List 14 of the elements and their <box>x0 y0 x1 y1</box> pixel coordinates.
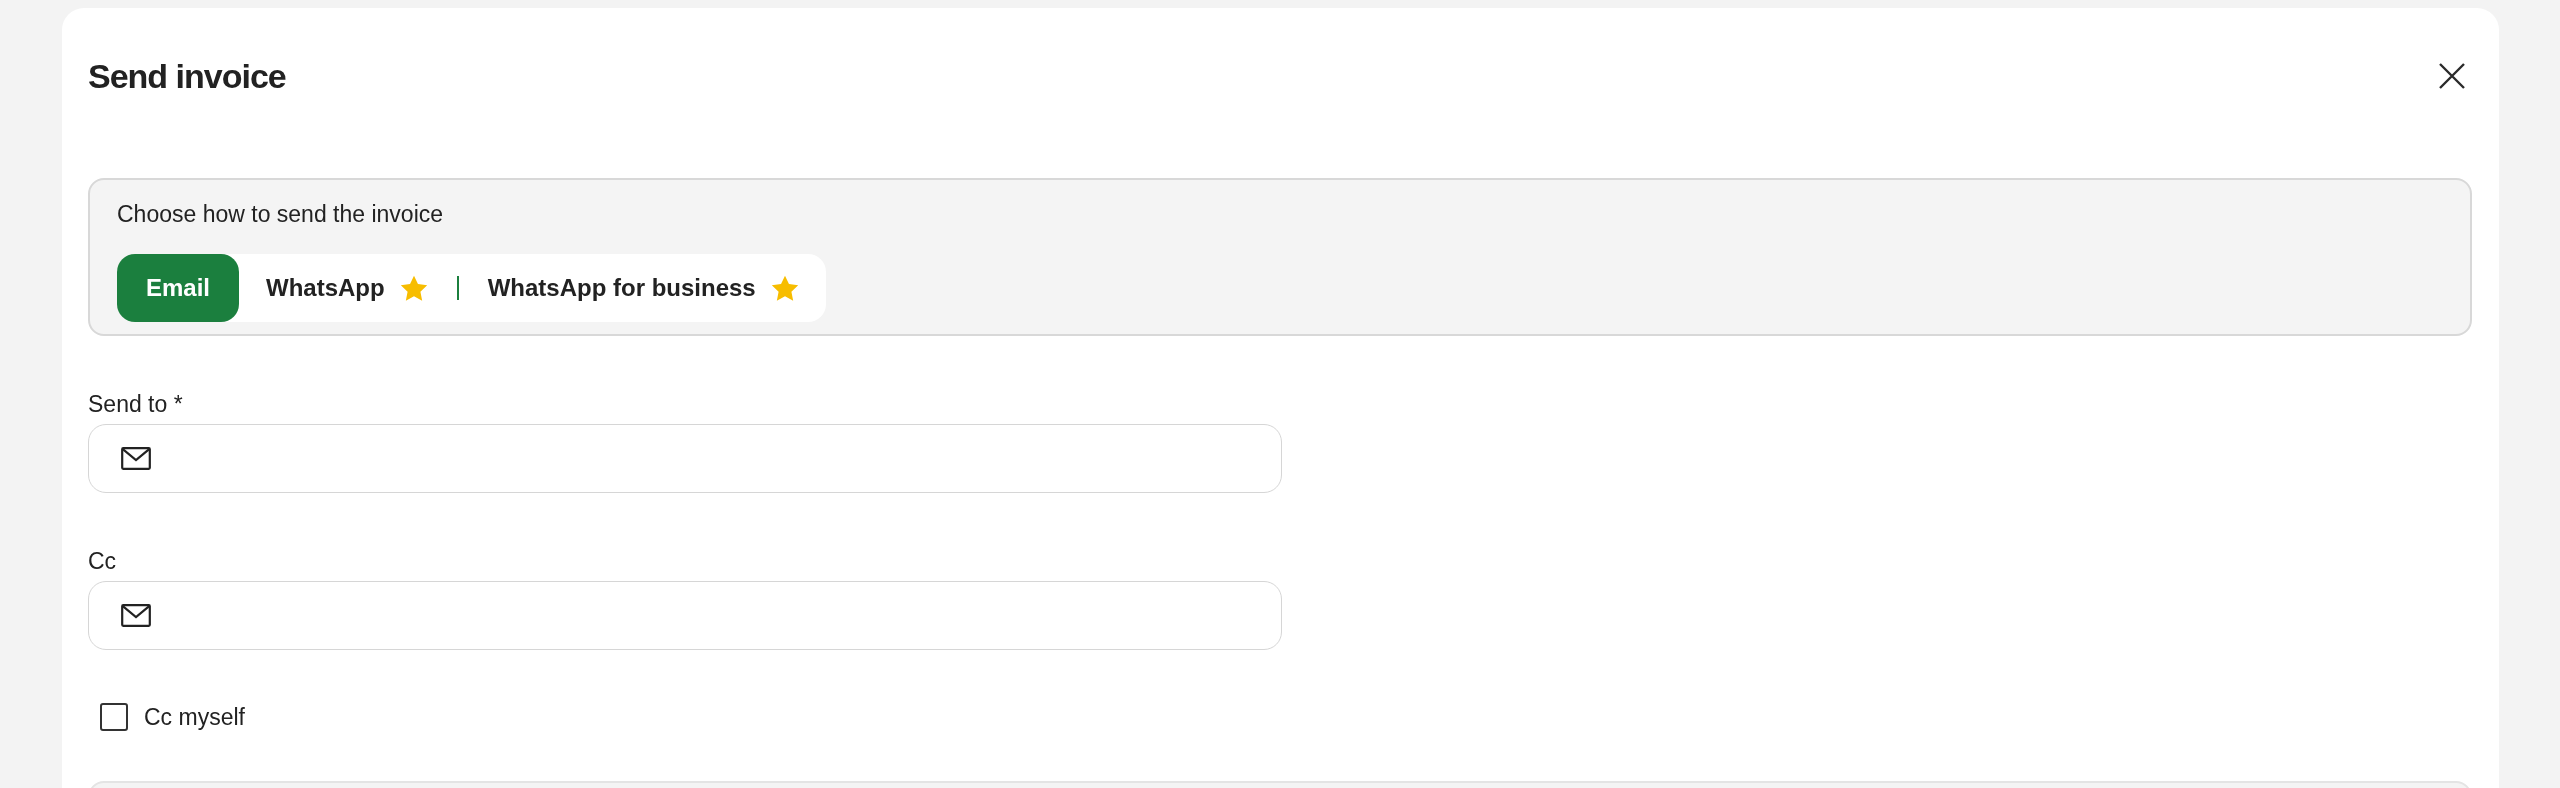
field-label: Cc <box>88 547 118 575</box>
close-icon[interactable] <box>2439 63 2465 89</box>
field-label: Send to * <box>88 390 184 418</box>
send-method-tab[interactable]: WhatsApp <box>239 254 455 322</box>
email-input-field[interactable] <box>88 581 1282 650</box>
mail-icon <box>121 604 151 627</box>
checkbox[interactable] <box>100 703 128 731</box>
send-method-tab[interactable]: Email <box>117 254 240 322</box>
email-input-field[interactable] <box>88 424 1282 493</box>
send-method-tab[interactable]: WhatsApp for business <box>460 254 826 322</box>
dialog-title: Send invoice <box>88 58 286 94</box>
checkbox-label: Cc myself <box>144 703 245 731</box>
section-prompt: Choose how to send the invoice <box>117 200 445 228</box>
mail-icon <box>121 447 151 470</box>
